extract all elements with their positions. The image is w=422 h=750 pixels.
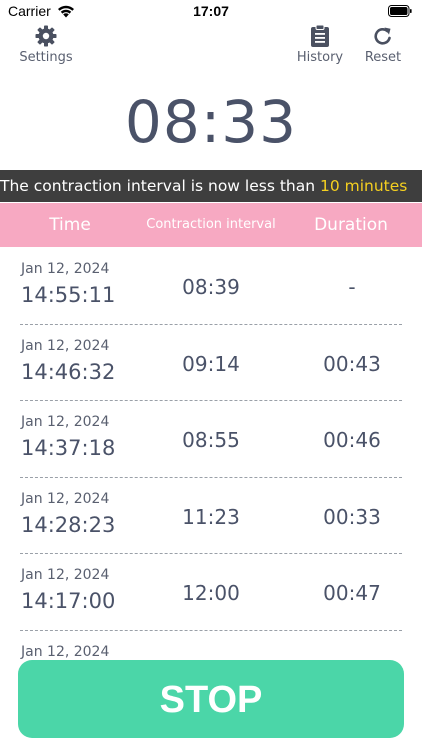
row-time: 14:46:32 xyxy=(21,359,116,384)
history-button[interactable]: History xyxy=(292,24,348,65)
contraction-list[interactable]: Jan 12, 2024 14:55:11 08:39 - Jan 12, 20… xyxy=(0,248,422,660)
stop-button[interactable]: STOP xyxy=(18,660,404,738)
table-row: Jan 12, 2024 14:46:32 09:14 00:43 xyxy=(0,325,422,401)
battery-icon xyxy=(388,5,412,17)
interval-notice-banner: The contraction interval is now less tha… xyxy=(0,170,422,202)
row-interval: 08:39 xyxy=(182,275,240,299)
row-date: Jan 12, 2024 xyxy=(21,567,110,583)
notice-text: The contraction interval is now less tha… xyxy=(0,177,320,195)
reset-label: Reset xyxy=(364,50,402,65)
row-interval: 08:55 xyxy=(182,428,240,452)
table-row: Jan 12, 2024 14:37:18 08:55 00:46 xyxy=(0,401,422,478)
row-date: Jan 12, 2024 xyxy=(21,643,110,660)
row-date: Jan 12, 2024 xyxy=(21,337,110,354)
header-contraction-interval: Contraction interval xyxy=(146,217,276,232)
gear-icon xyxy=(35,25,57,47)
reset-icon xyxy=(374,27,391,45)
status-bar: Carrier 17:07 xyxy=(0,0,422,24)
notice-highlight: 10 minutes xyxy=(319,177,408,195)
reset-button[interactable]: Reset xyxy=(358,24,408,65)
header-time: Time xyxy=(49,215,91,235)
row-duration: 00:47 xyxy=(323,581,381,605)
table-row: Jan 12, 2024 xyxy=(0,631,422,661)
table-row: Jan 12, 2024 14:55:11 08:39 - xyxy=(0,248,422,325)
row-time: 14:17:00 xyxy=(21,589,116,613)
row-interval: 12:00 xyxy=(182,581,240,605)
row-date: Jan 12, 2024 xyxy=(21,490,110,507)
row-time: 14:37:18 xyxy=(21,436,116,460)
header-duration: Duration xyxy=(314,215,388,235)
settings-label: Settings xyxy=(19,50,73,65)
row-duration: 00:43 xyxy=(323,351,381,376)
clipboard-icon xyxy=(311,24,329,47)
table-header: Time Contraction interval Duration xyxy=(0,203,422,247)
row-date: Jan 12, 2024 xyxy=(21,414,110,430)
row-interval: 11:23 xyxy=(182,504,240,529)
elapsed-timer: 08:33 xyxy=(124,88,298,156)
row-date: Jan 12, 2024 xyxy=(21,261,110,277)
row-duration: 00:46 xyxy=(323,428,381,452)
row-interval: 09:14 xyxy=(182,351,240,376)
row-duration: 00:33 xyxy=(323,504,381,529)
status-clock: 17:07 xyxy=(193,3,229,19)
row-time: 14:55:11 xyxy=(21,283,116,307)
row-time: 14:28:23 xyxy=(21,512,116,537)
table-row: Jan 12, 2024 14:17:00 12:00 00:47 xyxy=(0,554,422,631)
table-row: Jan 12, 2024 14:28:23 11:23 00:33 xyxy=(0,478,422,554)
settings-button[interactable]: Settings xyxy=(14,24,78,65)
row-duration: - xyxy=(348,275,356,299)
history-label: History xyxy=(296,50,344,65)
